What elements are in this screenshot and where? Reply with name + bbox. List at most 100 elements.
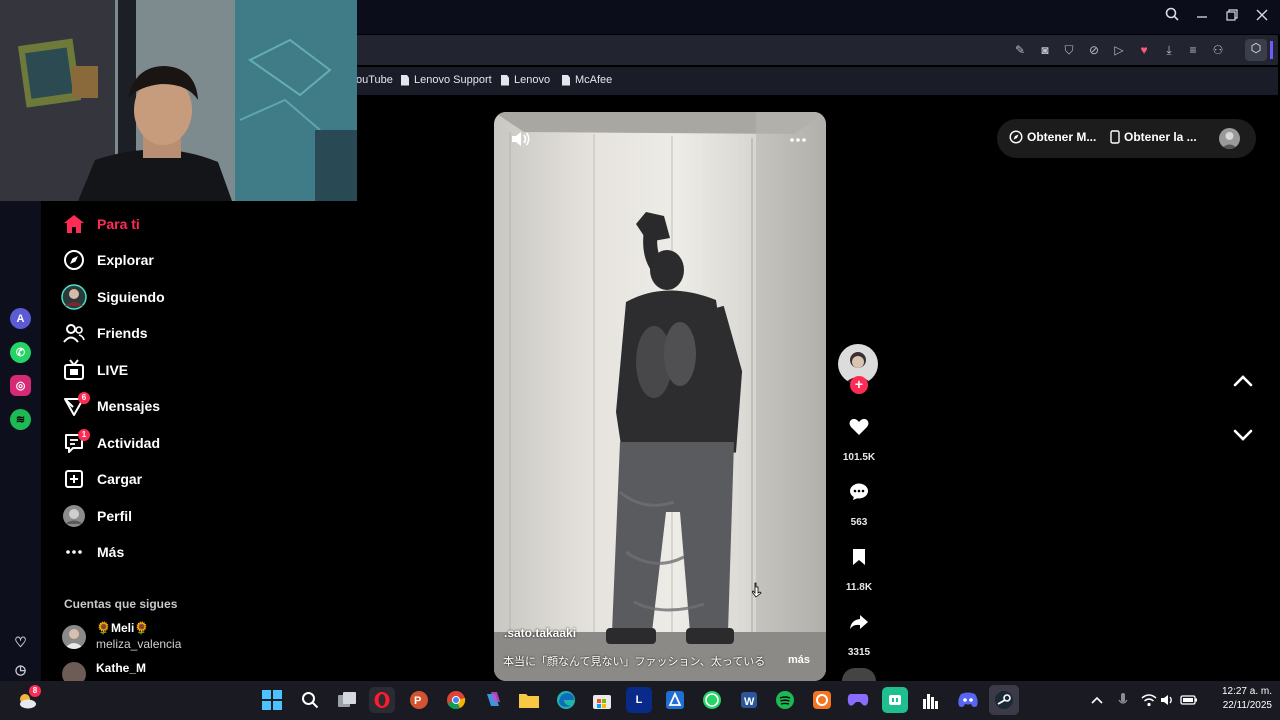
aria-icon[interactable]: A (10, 308, 31, 329)
nav-explorar[interactable]: Explorar (60, 246, 154, 274)
powerpoint-icon[interactable]: P (406, 687, 432, 713)
nav-cargar[interactable]: Cargar (60, 465, 142, 493)
nav-siguiendo[interactable]: Siguiendo (60, 283, 165, 311)
share-icon[interactable] (847, 610, 871, 634)
copilot-icon[interactable] (480, 687, 506, 713)
chevron-up-icon[interactable] (1232, 372, 1254, 395)
bookmarks-bar: ouTube Lenovo Support Lenovo McAfee (356, 67, 1278, 95)
steam-icon[interactable] (989, 685, 1019, 715)
comment-icon[interactable] (847, 480, 871, 504)
save-count: 11.8K (845, 582, 873, 593)
music-disc-icon[interactable] (842, 668, 876, 681)
like-heart-icon[interactable] (847, 415, 871, 439)
nav-mensajes[interactable]: 6 Mensajes (60, 392, 160, 420)
lenovo-vantage-icon[interactable]: L (626, 687, 652, 713)
clock[interactable]: 12:27 a. m. 22/11/2025 (1200, 685, 1272, 713)
nav-live[interactable]: LIVE (60, 356, 128, 384)
volume-icon[interactable] (510, 130, 530, 153)
avatar (62, 662, 86, 681)
nav-label: Mensajes (97, 398, 161, 414)
video-player[interactable]: .sato.takaaki 本当に「顔なんて見ない」ファッション、太っている m… (494, 112, 826, 681)
bookmark-lenovo-support[interactable]: Lenovo Support (401, 74, 492, 86)
heart-outline-icon[interactable]: ♡ (10, 632, 31, 653)
get-app-button-2[interactable]: Obtener la ... (1110, 130, 1197, 144)
clock-time: 12:27 a. m. (1221, 686, 1272, 697)
bookmark-youtube[interactable]: ouTube (356, 74, 393, 86)
live-tv-icon (60, 356, 88, 384)
chrome-icon[interactable] (443, 687, 469, 713)
download-icon[interactable]: ⤓ (1160, 41, 1178, 59)
nav-perfil[interactable]: Perfil (60, 502, 132, 530)
instagram-icon[interactable]: ◎ (10, 375, 31, 396)
following-avatar-icon (60, 283, 88, 311)
adblock-icon[interactable]: ⊘ (1085, 41, 1103, 59)
list-item[interactable]: 🌻Meli🌻 meliza_valencia (62, 621, 262, 653)
inbox-icon: 6 (60, 392, 90, 420)
app-icon-green[interactable] (882, 687, 908, 713)
battery-icon[interactable] (1176, 687, 1202, 713)
restore-icon[interactable] (1221, 6, 1243, 28)
azure-icon[interactable] (662, 687, 688, 713)
settings-sliders-icon[interactable]: ≡ (1184, 41, 1202, 59)
comment-count: 563 (850, 517, 868, 528)
nav-label: Para ti (97, 216, 140, 232)
bookmark-lenovo[interactable]: Lenovo (501, 74, 550, 86)
caption-more-link[interactable]: más (788, 654, 810, 666)
address-bar[interactable]: ✎ ◙ ⛉ ⊘ ▷ ♥ ⤓ ≡ ⚇ ⬡ (356, 35, 1278, 65)
share-count: 3315 (847, 647, 871, 658)
get-app-button-1[interactable]: Obtener M... (1009, 130, 1096, 144)
get-app-bar: Obtener M... Obtener la ... (997, 119, 1256, 158)
gamepad-icon[interactable] (845, 687, 871, 713)
video-caption: 本当に「顔なんて見ない」ファッション、太っている (503, 653, 817, 669)
more-options-icon[interactable] (789, 130, 807, 148)
nav-label: LIVE (97, 362, 129, 378)
crunchyroll-icon[interactable] (809, 687, 835, 713)
windows-start-icon[interactable] (259, 687, 285, 713)
nav-friends[interactable]: Friends (60, 319, 148, 347)
mouse-cursor-icon (751, 582, 762, 603)
minimize-icon[interactable] (1191, 6, 1213, 28)
opera-icon[interactable] (369, 687, 395, 713)
microphone-icon[interactable] (1110, 687, 1136, 713)
account-icon[interactable]: ⚇ (1209, 41, 1227, 59)
edit-icon[interactable]: ✎ (1011, 41, 1029, 59)
account-display-name: 🌻Meli🌻 (96, 621, 150, 635)
shield-icon[interactable]: ⛉ (1060, 41, 1078, 59)
store-icon[interactable] (589, 687, 615, 713)
nav-actividad[interactable]: 1 Actividad (60, 429, 160, 457)
like-count: 101.5K (842, 452, 876, 463)
taskbar-search-icon[interactable] (297, 687, 323, 713)
word-icon[interactable]: W (736, 687, 762, 713)
chevron-down-icon[interactable] (1232, 426, 1254, 449)
heart-icon[interactable]: ♥ (1135, 41, 1153, 59)
audio-bars-icon[interactable] (918, 687, 944, 713)
video-frame (494, 112, 826, 681)
account-display-name: Kathe_M (96, 661, 147, 675)
follow-plus-button[interactable]: + (850, 376, 868, 394)
user-avatar[interactable] (1219, 128, 1240, 149)
video-username[interactable]: .sato.takaaki (504, 626, 576, 640)
clock-date: 22/11/2025 (1222, 700, 1272, 711)
bookmark-mcafee[interactable]: McAfee (562, 74, 612, 86)
extensions-icon[interactable]: ⬡ (1245, 39, 1267, 61)
play-icon[interactable]: ▷ (1110, 41, 1128, 59)
spotify-icon[interactable]: ≋ (10, 409, 31, 430)
close-icon[interactable] (1251, 6, 1273, 28)
bookmark-icon[interactable] (847, 545, 871, 569)
file-explorer-icon[interactable] (516, 687, 542, 713)
list-item[interactable]: Kathe_M (62, 660, 262, 681)
search-icon[interactable] (1161, 6, 1183, 28)
spotify-taskbar-icon[interactable] (772, 687, 798, 713)
whatsapp-icon[interactable]: ✆ (10, 342, 31, 363)
svg-text:P: P (414, 695, 421, 707)
discord-icon[interactable] (955, 687, 981, 713)
edge-icon[interactable] (553, 687, 579, 713)
nav-para-ti[interactable]: Para ti (60, 210, 140, 238)
nav-mas[interactable]: Más (60, 538, 124, 566)
task-view-icon[interactable] (334, 687, 360, 713)
history-icon[interactable]: ◷ (10, 659, 31, 680)
chevron-up-small-icon[interactable] (1084, 687, 1110, 713)
whatsapp-taskbar-icon[interactable] (699, 687, 725, 713)
activity-badge: 1 (78, 429, 90, 441)
camera-icon[interactable]: ◙ (1036, 41, 1054, 59)
